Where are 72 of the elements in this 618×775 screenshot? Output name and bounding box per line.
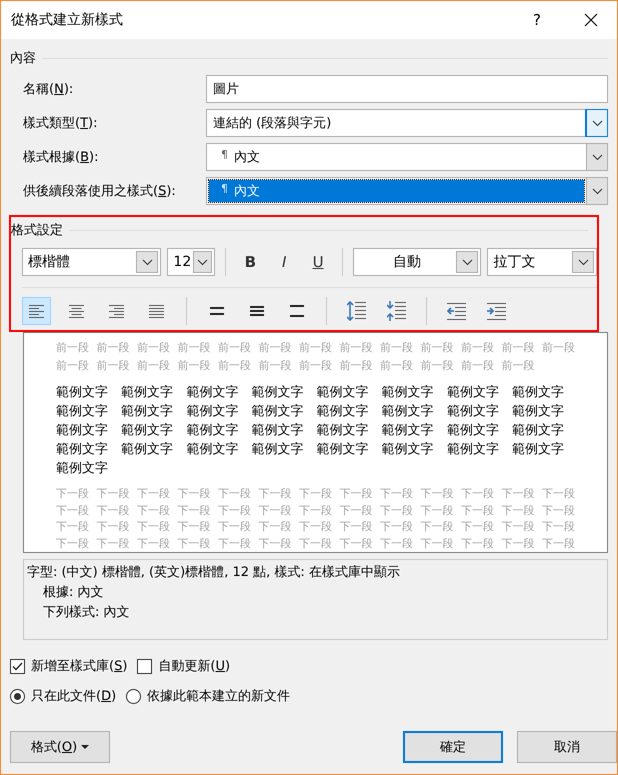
caret-icon [81, 745, 90, 749]
underline-button[interactable]: U [304, 248, 332, 276]
input-field[interactable]: 圖片 [206, 75, 608, 103]
field-label: 樣式根據(B): [23, 149, 100, 166]
one-half-spacing-icon [250, 306, 264, 316]
close-icon [584, 13, 598, 27]
single-spacing-icon [210, 307, 224, 315]
italic-button[interactable]: I [270, 248, 298, 276]
description-text: 下列樣式: 內文 [42, 604, 131, 622]
preview-sample-text: 範例文字 範例文字 範例文字 範例文字 範例文字 範例文字 範例文字 範例文字 [56, 403, 565, 421]
section-heading: 格式設定 [11, 222, 63, 239]
preview-sample-text: 範例文字 [56, 460, 109, 478]
field-value: 圖片 [213, 81, 239, 98]
chevron-down-icon [578, 258, 589, 266]
cancel-button[interactable]: 取消 [517, 731, 617, 763]
bold-button[interactable]: B [236, 248, 264, 276]
format-menu-button[interactable]: 格式(O) [10, 731, 110, 763]
field-label: 名稱(N): [23, 81, 74, 98]
check-icon [12, 662, 23, 670]
pilcrow-mark: ¶ [221, 182, 228, 195]
field-value: 內文 [234, 149, 260, 166]
align-center-icon [69, 304, 84, 318]
field-label: 樣式類型(T): [23, 115, 98, 132]
preview-previous-text: 前一段 前一段 前一段 前一段 前一段 前一段 前一段 前一段 前一段 前一段 前一段 前一段 前一段 [56, 340, 576, 356]
align-left-button[interactable] [22, 297, 51, 325]
preview-next-text: 下一段 下一段 下一段 下一段 下一段 下一段 下一段 下一段 下一段 下一段 下一段 下一段 下一段 [56, 486, 576, 502]
increase-spacing-icon [346, 301, 366, 321]
chevron-down-icon [197, 258, 208, 266]
preview-next-text: 下一段 下一段 下一段 下一段 下一段 下一段 下一段 下一段 下一段 下一段 下一段 下一段 下一段 [56, 502, 576, 518]
checkbox-label: 新增至樣式庫(S) [31, 658, 128, 675]
radio-button[interactable] [126, 688, 142, 704]
double-spacing-icon [290, 305, 304, 317]
preview-next-text: 下一段 下一段 下一段 下一段 下一段 下一段 下一段 下一段 下一段 下一段 下一段 下一段 下一段 [56, 536, 576, 552]
align-right-icon [109, 304, 124, 318]
field-value: 內文 [234, 183, 260, 200]
dropdown-field[interactable]: ¶ 內文 [206, 177, 608, 205]
section-heading: 內容 [10, 50, 36, 67]
checkbox[interactable] [10, 658, 25, 674]
ok-button[interactable]: 確定 [403, 731, 503, 763]
preview-sample-text: 範例文字 範例文字 範例文字 範例文字 範例文字 範例文字 範例文字 範例文字 [56, 384, 565, 402]
pilcrow-mark: ¶ [221, 148, 228, 161]
align-justify-icon [149, 304, 164, 318]
preview-next-text: 下一段 下一段 下一段 下一段 下一段 下一段 下一段 下一段 下一段 下一段 下一段 下一段 下一段 [56, 519, 576, 535]
radio-button[interactable] [10, 688, 25, 704]
description-text: 字型: (中文) 標楷體, (英文)標楷體, 12 點, 樣式: 在樣式庫中顯示 [27, 564, 401, 582]
dropdown-field[interactable]: 連結的 (段落與字元) [206, 109, 608, 137]
font-dropdown[interactable]: 標楷體 [22, 248, 162, 276]
preview-previous-text: 前一段 前一段 前一段 前一段 前一段 前一段 前一段 前一段 前一段 前一段 前一段 前一段 [56, 358, 536, 374]
decrease-indent-icon [447, 302, 466, 320]
radio-label: 只在此文件(D) [31, 688, 116, 705]
align-left-icon [29, 304, 44, 318]
decrease-spacing-icon [386, 301, 406, 321]
size-dropdown[interactable]: 12 [167, 248, 216, 276]
preview-sample-text: 範例文字 範例文字 範例文字 範例文字 範例文字 範例文字 範例文字 範例文字 [56, 422, 565, 440]
chevron-down-icon [592, 120, 602, 126]
chevron-down-icon [592, 188, 602, 194]
radio-label: 依據此範本建立的新文件 [147, 688, 290, 705]
preview-sample-text: 範例文字 範例文字 範例文字 範例文字 範例文字 範例文字 範例文字 範例文字 [56, 441, 565, 459]
chevron-down-icon [142, 258, 153, 266]
window-title: 從格式建立新樣式 [11, 11, 124, 29]
chevron-down-icon [462, 258, 473, 266]
checkbox[interactable] [137, 658, 152, 674]
field-value: 連結的 (段落與字元) [213, 115, 332, 132]
description-text: 根據: 內文 [42, 584, 105, 602]
help-button[interactable]: ? [517, 11, 557, 29]
chevron-down-icon [592, 154, 602, 160]
field-label: 供後續段落使用之樣式(S): [23, 183, 177, 200]
script-dropdown[interactable]: 拉丁文 [487, 248, 598, 276]
checkbox-label: 自動更新(U) [158, 658, 230, 675]
dropdown-field[interactable]: ¶ 內文 [206, 143, 608, 171]
increase-indent-icon [487, 302, 506, 320]
color-dropdown[interactable]: 自動 [353, 248, 482, 276]
